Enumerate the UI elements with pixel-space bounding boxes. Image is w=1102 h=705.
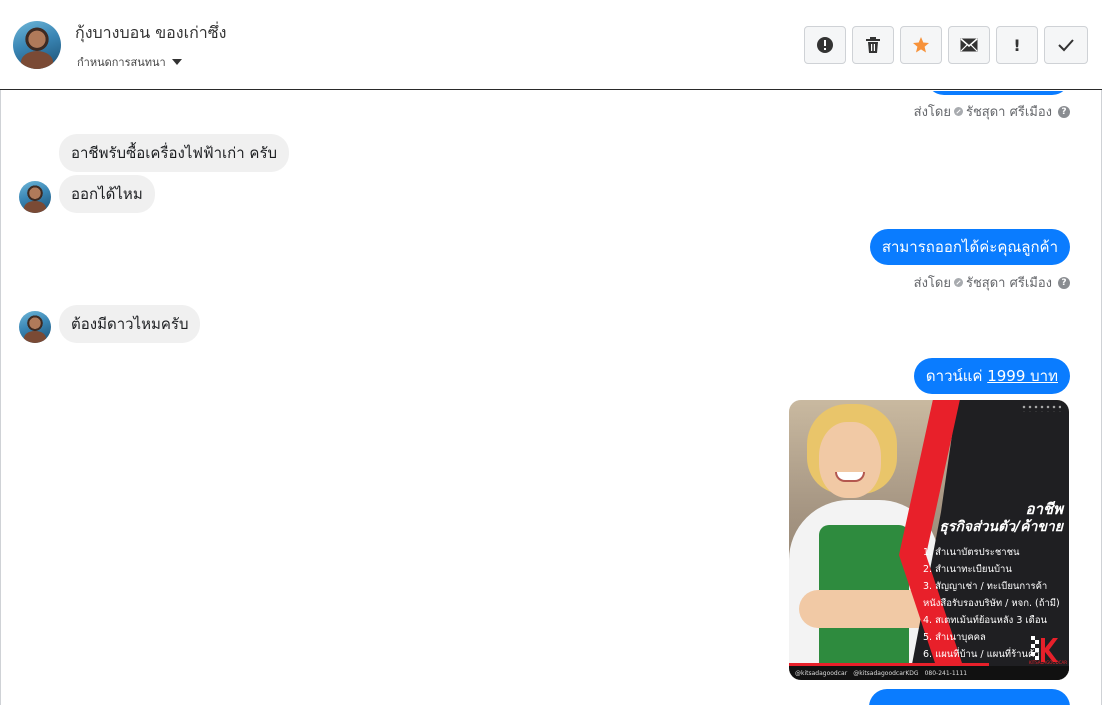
mark-unread-button[interactable]: [948, 26, 990, 64]
contact-name[interactable]: กุ้งบางบอน ของเก่าซึ่ง: [75, 21, 226, 46]
message-thread[interactable]: ส่งโดย รัชสุดา ศรีเมือง ? อาชีพรับซื้อเค…: [0, 91, 1102, 705]
star-button[interactable]: [900, 26, 942, 64]
message-link[interactable]: 1999 บาท: [987, 367, 1058, 385]
caret-down-icon: [171, 59, 182, 65]
ad-list-item: 2. สำเนาทะเบียนบ้าน: [923, 564, 1012, 575]
sender-avatar[interactable]: [19, 311, 51, 343]
sent-by-prefix: ส่งโดย: [913, 276, 951, 291]
action-toolbar: !: [804, 26, 1088, 64]
attached-image[interactable]: อาชีพ ธุรกิจส่วนตัว/ค้าขาย 1. สำเนาบัตรป…: [789, 400, 1069, 680]
ad-title-line-2: ธุรกิจส่วนตัว/ค้าขาย: [939, 519, 1063, 535]
report-button[interactable]: [804, 26, 846, 64]
conversation-setting-label: กำหนดการสนทนา: [77, 56, 166, 69]
mark-done-button[interactable]: [1044, 26, 1088, 64]
outgoing-message-partial: [869, 689, 1070, 705]
ad-list-item: 4. สเตทเม้นท์ย้อนหลัง 3 เดือน: [923, 615, 1048, 626]
contact-avatar[interactable]: [13, 21, 61, 69]
sender-avatar[interactable]: [19, 181, 51, 213]
ad-footer-phone: 080-241-1111: [924, 669, 968, 677]
agent-name[interactable]: รัชสุดา ศรีเมือง: [966, 272, 1052, 293]
agent-status-icon: [953, 107, 963, 116]
help-icon[interactable]: ?: [1058, 105, 1070, 118]
check-icon: [1058, 39, 1074, 52]
help-icon[interactable]: ?: [1058, 276, 1070, 289]
exclamation-icon: !: [1013, 35, 1021, 55]
ad-footer-accent: [789, 663, 989, 666]
ad-footer-line: @kitsadagoodcar: [795, 669, 848, 677]
alert-circle-icon: [817, 37, 833, 53]
incoming-message: ต้องมีดาวไหมครับ: [59, 305, 201, 343]
ad-footer-facebook: @kitsadagoodcarKDG: [853, 669, 919, 677]
delete-button[interactable]: [852, 26, 894, 64]
ad-list-item: 1. สำเนาบัตรประชาชน: [923, 547, 1020, 558]
outgoing-message-partial: [926, 91, 1070, 95]
image-person-face: [819, 422, 881, 498]
ad-footer: @kitsadagoodcar @kitsadagoodcarKDG 080-2…: [789, 663, 1069, 680]
outgoing-message: ดาวน์แค่ 1999 บาท: [913, 358, 1070, 394]
ad-list-item: 3. สัญญาเช่า / ทะเบียนการค้า: [923, 581, 1048, 592]
star-icon: [913, 37, 929, 53]
sent-by-prefix: ส่งโดย: [913, 105, 951, 120]
agent-status-icon: [953, 278, 963, 287]
incoming-message: อาชีพรับซื้อเครื่องไฟฟ้าเก่า ครับ: [59, 134, 290, 172]
sent-by-label: ส่งโดย รัชสุดา ศรีเมือง ?: [914, 101, 1070, 122]
ad-title: อาชีพ ธุรกิจส่วนตัว/ค้าขาย: [939, 500, 1063, 536]
brand-logo-text: KITSADAGOODCAR: [1028, 660, 1067, 665]
incoming-message: ออกได้ไหม: [59, 175, 155, 213]
conversation-setting-dropdown[interactable]: กำหนดการสนทนา: [77, 53, 182, 71]
ad-title-line-1: อาชีพ: [1025, 500, 1064, 518]
message-text: ดาวน์แค่: [925, 367, 988, 385]
ad-list-item: หนังสือรับรองบริษัท / หจก. (ถ้ามี): [923, 598, 1060, 609]
mark-important-button[interactable]: !: [996, 26, 1038, 64]
envelope-icon: [960, 38, 978, 52]
image-dot-pattern: [1021, 404, 1061, 412]
sent-by-label: ส่งโดย รัชสุดา ศรีเมือง ?: [914, 272, 1070, 293]
outgoing-message: สามารถออกได้ค่ะคุณลูกค้า: [869, 229, 1070, 265]
trash-icon: [866, 37, 880, 53]
conversation-header: กุ้งบางบอน ของเก่าซึ่ง กำหนดการสนทนา !: [0, 0, 1102, 90]
agent-name[interactable]: รัชสุดา ศรีเมือง: [966, 101, 1052, 122]
